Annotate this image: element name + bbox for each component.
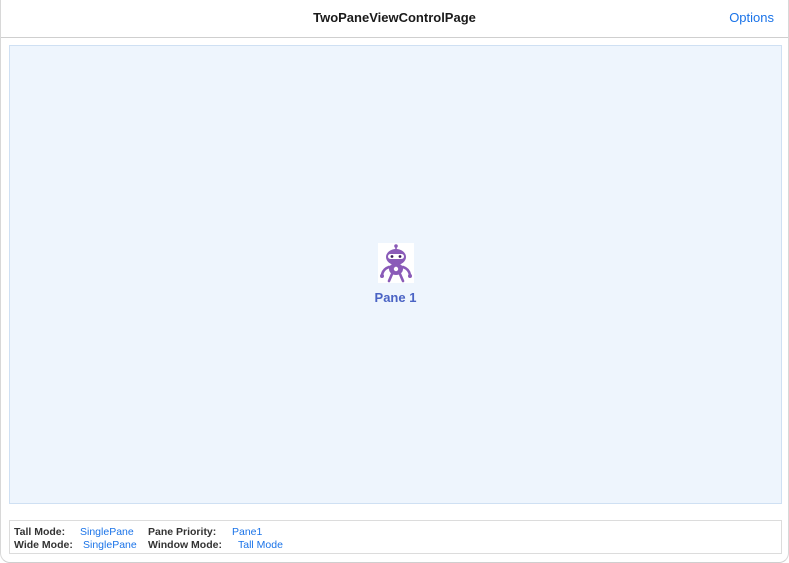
app-window: TwoPaneViewControlPage Options Pane 1 Ta… <box>0 0 789 563</box>
tall-mode-label: Tall Mode: <box>14 526 66 538</box>
wide-mode-value[interactable]: SinglePane <box>83 539 148 552</box>
robot-mascot-icon <box>377 243 414 283</box>
pane-1-content: Pane 1 <box>10 243 781 305</box>
pane-priority-label: Pane Priority: <box>148 526 217 538</box>
two-pane-view: Pane 1 <box>9 45 782 504</box>
window-mode-value[interactable]: Tall Mode <box>238 539 283 552</box>
pane-priority-value[interactable]: Pane1 <box>232 526 262 539</box>
status-row-2: Wide Mode: SinglePane Window Mode: Tall … <box>14 539 781 552</box>
navigation-bar: TwoPaneViewControlPage Options <box>1 0 788 38</box>
options-button[interactable]: Options <box>729 10 774 25</box>
tall-mode-value[interactable]: SinglePane <box>80 526 148 539</box>
status-row-1: Tall Mode: SinglePane Pane Priority: Pan… <box>14 526 781 539</box>
window-mode-label: Window Mode: <box>148 539 222 551</box>
page-title: TwoPaneViewControlPage <box>313 10 476 25</box>
status-panel: Tall Mode: SinglePane Pane Priority: Pan… <box>9 520 782 554</box>
pane-1-label: Pane 1 <box>374 290 417 305</box>
wide-mode-label: Wide Mode: <box>14 539 73 551</box>
